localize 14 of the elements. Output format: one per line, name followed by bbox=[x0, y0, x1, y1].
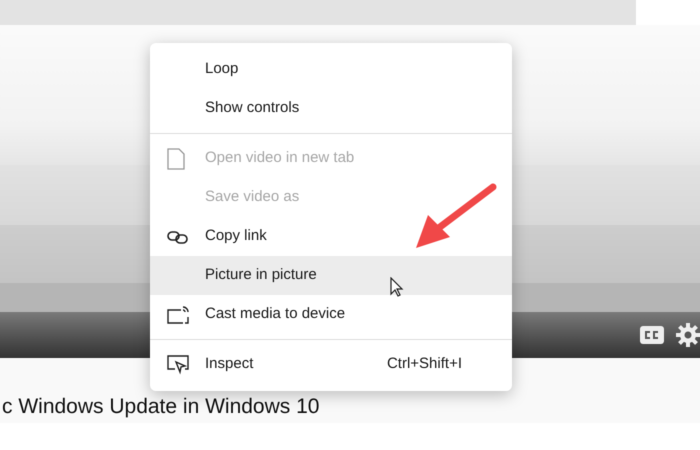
menu-item[interactable]: Picture in picture bbox=[150, 256, 512, 295]
link-icon bbox=[167, 230, 189, 244]
menu-item[interactable]: Show controls bbox=[150, 89, 512, 128]
menu-item[interactable]: Inspect Ctrl+Shift+I bbox=[150, 345, 512, 384]
menu-item[interactable]: Loop bbox=[150, 50, 512, 89]
cast-icon bbox=[167, 306, 189, 324]
settings-icon[interactable] bbox=[676, 323, 700, 347]
video-title: c Windows Update in Windows 10 bbox=[2, 396, 320, 417]
closed-captions-icon[interactable] bbox=[640, 326, 664, 344]
menu-item[interactable]: Copy link bbox=[150, 217, 512, 256]
page-icon bbox=[167, 148, 185, 170]
cursor-icon bbox=[390, 277, 404, 297]
inspect-icon bbox=[167, 354, 189, 374]
menu-item[interactable]: Cast media to device bbox=[150, 295, 512, 334]
